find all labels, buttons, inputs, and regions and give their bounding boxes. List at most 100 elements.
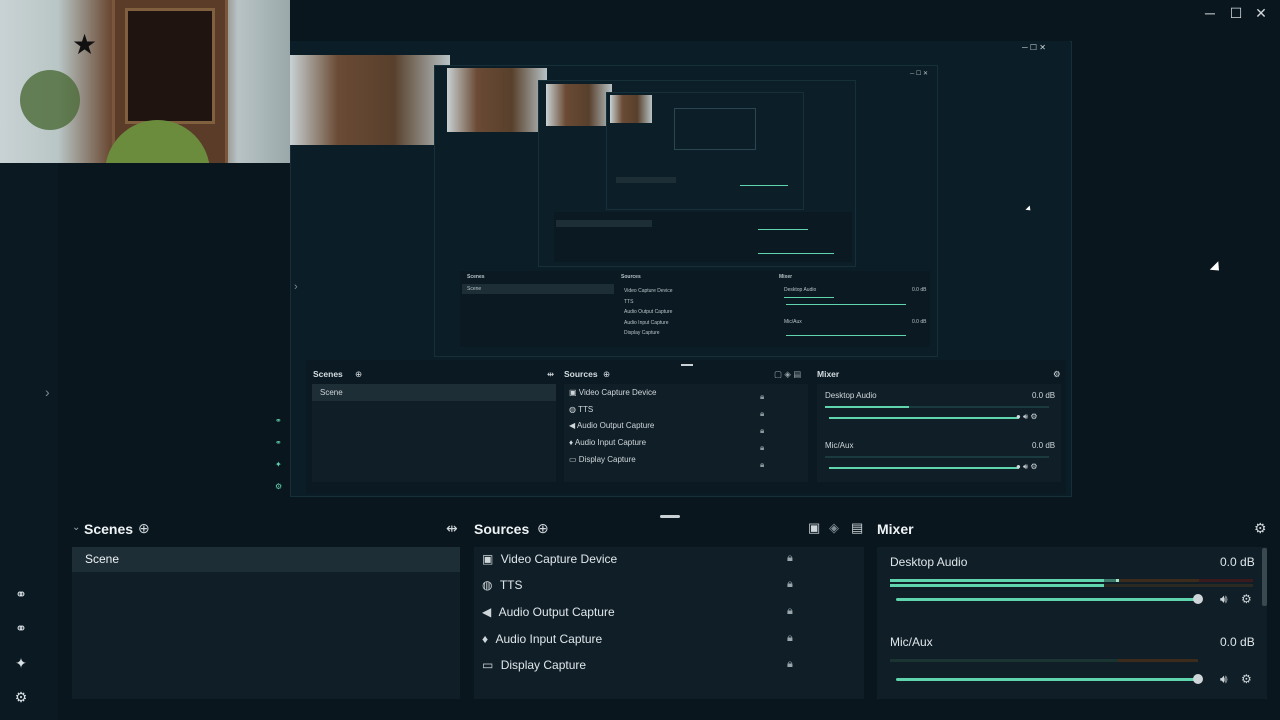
nested-expand-chevron-1: › (294, 281, 298, 293)
nested-scene-row-2 (462, 284, 614, 294)
gear-icon[interactable]: ⚙ (1241, 672, 1252, 686)
source-label: Video Capture Device (500, 552, 618, 566)
mixer-panel (877, 547, 1267, 699)
desktop-audio-db: 0.0 dB (1220, 555, 1255, 569)
source-row-tts[interactable]: ◍ TTS (482, 575, 802, 595)
nested-source-1-3: ◀ Audio Output Capture (569, 421, 655, 430)
nested-transition-icon-1: ⇹ (547, 369, 555, 379)
mic-aux-label: Mic/Aux (890, 635, 933, 649)
nested-add-scene-icon-1: ⊕ (355, 369, 363, 379)
camera-icon: ▣ (482, 552, 494, 566)
source-folder-icon[interactable]: ▤ (851, 520, 863, 536)
nested-lock-icons-1: 🔒︎ 🔒︎ 🔒︎ 🔒︎ 🔒︎ (760, 392, 765, 469)
close-button[interactable]: ✕ (1251, 4, 1271, 22)
source-sync-icon[interactable]: ◈ (829, 520, 839, 536)
nested-scenes-title-2: Scenes (467, 274, 485, 280)
nested-scene-row-3 (556, 220, 652, 227)
star-decoration-icon: ★ (72, 29, 98, 60)
add-scene-icon[interactable]: ⊕ (138, 520, 150, 537)
nested-desktop-controls-1: ● 🔊︎ ⚙ (1016, 412, 1038, 421)
desktop-audio-slider-knob[interactable] (1193, 594, 1203, 604)
themes-icon[interactable]: ⚭ (11, 618, 31, 638)
nested-desktop-meter-3 (758, 229, 808, 230)
nested-desktop-meter-4 (740, 185, 788, 186)
nested-window-buttons-1: ─ ☐ ✕ (1022, 43, 1046, 52)
nested-mic-slider-3 (758, 253, 834, 254)
nested-source-2-1: Video Capture Device (624, 288, 673, 294)
mic-aux-meter (890, 659, 1118, 662)
nested-mic-aux-db-2: 0.0 dB (912, 319, 927, 325)
lock-icon[interactable]: 🔒︎ (787, 605, 793, 618)
studio-mode-icon[interactable]: ⚭ (11, 584, 31, 604)
source-row-audio-input[interactable]: ♦ Audio Input Capture (482, 629, 802, 649)
nested-mic-slider-2 (786, 335, 906, 336)
nested-desktop-meter-bg-1 (909, 406, 1049, 408)
desktop-audio-meter-r-bg (1104, 584, 1253, 587)
webcam-mini-4 (610, 95, 652, 123)
source-label: Display Capture (500, 658, 587, 672)
expand-chevron-icon[interactable]: › (45, 384, 50, 400)
mixer-settings-icon[interactable]: ⚙ (1254, 520, 1267, 537)
mic-aux-volume-slider[interactable] (896, 678, 1198, 681)
nested-source-2-5: Display Capture (624, 330, 660, 336)
webcam-mini-1 (290, 41, 450, 145)
nested-scenes-title-1: Scenes (313, 369, 343, 379)
nested-source-tools-1: ▢ ◈ ▤ (774, 369, 802, 379)
nested-mic-aux-1: Mic/Aux (825, 441, 854, 450)
nested-dock-handle-1 (681, 364, 693, 366)
settings-icon[interactable]: ⚙ (11, 687, 31, 707)
nested-mic-aux-2: Mic/Aux (784, 319, 802, 325)
maximize-button[interactable]: ☐ (1226, 4, 1246, 22)
source-row-video-capture[interactable]: ▣ Video Capture Device (482, 549, 802, 569)
gear-icon[interactable]: ⚙ (1241, 592, 1252, 606)
source-label: TTS (499, 578, 523, 592)
mic-aux-slider-knob[interactable] (1193, 674, 1203, 684)
minimize-button[interactable]: ─ (1200, 4, 1220, 22)
plant-shape (20, 70, 80, 130)
transition-icon[interactable]: ⇹ (446, 520, 458, 537)
nested-source-list-2: Video Capture Device TTS Audio Output Ca… (624, 286, 673, 339)
scene-item[interactable] (72, 547, 460, 572)
lock-icon[interactable]: 🔒︎ (787, 578, 793, 591)
add-source-icon[interactable]: ⊕ (537, 520, 549, 537)
webcam-mini-3 (546, 84, 612, 126)
scenes-title: Scenes (84, 521, 134, 537)
desktop-audio-label: Desktop Audio (890, 555, 968, 569)
nested-desktop-audio-1: Desktop Audio (825, 391, 877, 400)
collapse-scenes-icon[interactable]: ⌄ (72, 522, 80, 533)
mixer-scrollbar[interactable] (1262, 548, 1267, 606)
mouse-cursor-icon (1209, 261, 1224, 275)
source-label: Audio Output Capture (498, 605, 615, 619)
source-preview-icon[interactable]: ▣ (808, 520, 820, 536)
sources-panel (474, 547, 864, 699)
nested-desktop-audio-2: Desktop Audio (784, 287, 817, 293)
lock-icon[interactable]: 🔒︎ (787, 632, 793, 645)
nested-scene-row-1 (312, 384, 556, 401)
webcam-preview: ★ (0, 0, 290, 163)
source-row-audio-output[interactable]: ◀ Audio Output Capture (482, 602, 802, 622)
nested-desktop-meter-1 (825, 406, 909, 408)
speaker-icon[interactable]: 🔊︎ (1220, 592, 1228, 607)
mic-aux-meter-warn (1118, 659, 1198, 662)
speaker-icon[interactable]: 🔊︎ (1220, 672, 1228, 687)
nested-source-1-4: ♦ Audio Input Capture (569, 438, 647, 447)
nested-source-1-2: ◍ TTS (569, 405, 594, 414)
nested-source-2-3: Audio Output Capture (624, 309, 673, 315)
nested-scene-row-4 (616, 177, 676, 183)
dock-resize-handle[interactable] (660, 515, 680, 518)
lock-icon[interactable]: 🔒︎ (787, 658, 793, 671)
effects-icon[interactable]: ✦ (11, 653, 31, 673)
desktop-audio-meter-clip (1199, 579, 1253, 582)
nested-title-bar-1 (290, 41, 1070, 55)
nested-sources-title-1: Sources (564, 369, 598, 379)
source-row-display-capture[interactable]: ▭ Display Capture (482, 655, 802, 675)
nested-canvas-level-5 (674, 108, 756, 150)
nested-mixer-settings-icon-1: ⚙ (1053, 369, 1061, 379)
nested-desktop-audio-db-2: 0.0 dB (912, 287, 927, 293)
mixer-title: Mixer (877, 521, 914, 537)
nested-mic-controls-1: ● 🔊︎ ⚙ (1016, 462, 1038, 471)
desktop-audio-volume-slider[interactable] (896, 598, 1198, 601)
lock-icon[interactable]: 🔒︎ (787, 552, 793, 565)
nested-sources-panel-1 (564, 384, 808, 482)
title-bar (290, 0, 1280, 26)
